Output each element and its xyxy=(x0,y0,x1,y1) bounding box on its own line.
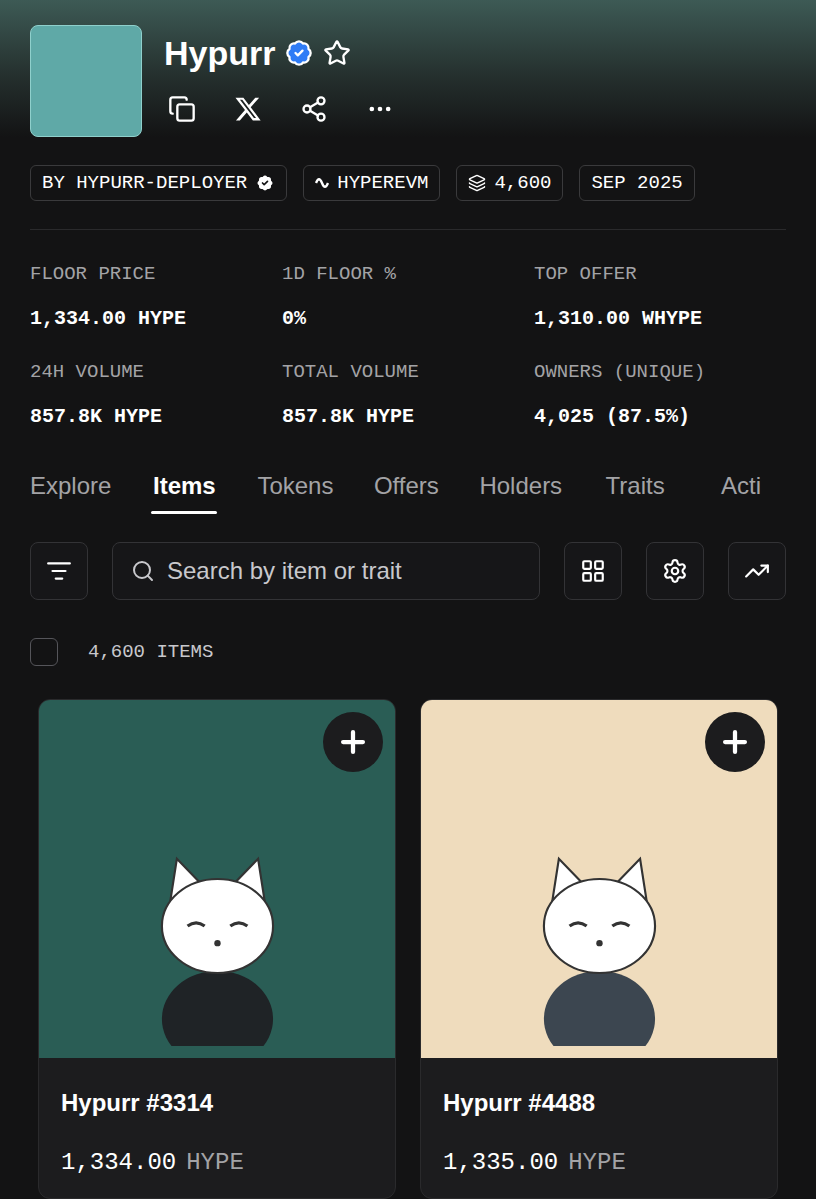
stat-label: 24H VOLUME xyxy=(30,360,282,384)
item-price: 1,334.00 HYPE xyxy=(61,1148,373,1178)
info-chip[interactable]: SEP 2025 xyxy=(579,165,694,201)
price-value: 1,334.00 xyxy=(61,1148,176,1178)
item-info: Hypurr #4488 1,335.00 HYPE xyxy=(421,1058,777,1198)
tabs: Explore Items Tokens Offers Holders Traits Act… xyxy=(0,470,816,514)
chips-row: BY HYPURR-DEPLOYER HYPEREVM 4,600 SEP 2025 xyxy=(0,165,816,201)
hyperevm-icon xyxy=(315,178,329,188)
copy-icon[interactable] xyxy=(168,95,196,123)
chip-label: BY HYPURR-DEPLOYER xyxy=(42,169,247,198)
cat-art-icon xyxy=(88,832,347,1046)
title-row: Hypurr xyxy=(164,33,394,73)
chip-label: 4,600 xyxy=(494,169,551,198)
plus-icon xyxy=(718,725,752,759)
gear-icon xyxy=(662,558,688,584)
select-all-checkbox[interactable] xyxy=(30,638,58,666)
plus-icon xyxy=(336,725,370,759)
verified-icon xyxy=(255,173,275,193)
item-image xyxy=(39,700,395,1058)
stat-label: TOTAL VOLUME xyxy=(282,360,534,384)
stat-label: OWNERS (UNIQUE) xyxy=(534,360,786,384)
item-name: Hypurr #4488 xyxy=(443,1088,755,1118)
chip-label: HYPEREVM xyxy=(337,169,428,198)
info-chip[interactable]: BY HYPURR-DEPLOYER xyxy=(30,165,287,201)
collection-page: Hypurr BY HYPURR-DEPLOYER HYPEREVM 4,600 SEP… xyxy=(0,0,816,1199)
item-image xyxy=(421,700,777,1058)
price-currency: HYPE xyxy=(568,1148,626,1178)
collection-avatar xyxy=(30,25,142,137)
collection-header: Hypurr xyxy=(0,0,816,137)
stat-value: 1,334.00 HYPE xyxy=(30,306,282,332)
layers-icon xyxy=(468,174,486,192)
tab[interactable]: Items xyxy=(151,470,217,514)
settings-button[interactable] xyxy=(646,542,704,600)
art-wrap xyxy=(433,772,765,1046)
search-icon xyxy=(131,559,155,583)
stat-value: 0% xyxy=(282,306,534,332)
header-actions xyxy=(164,95,394,123)
cat-art-icon xyxy=(470,832,729,1046)
add-button[interactable] xyxy=(323,712,383,772)
share-icon[interactable] xyxy=(300,95,328,123)
price-value: 1,335.00 xyxy=(443,1148,558,1178)
stat: FLOOR PRICE 1,334.00 HYPE xyxy=(30,262,282,332)
collection-title: Hypurr xyxy=(164,33,275,73)
item-card[interactable]: Hypurr #4488 1,335.00 HYPE xyxy=(420,699,778,1199)
stat: OWNERS (UNIQUE) 4,025 (87.5%) xyxy=(534,360,786,430)
stat-label: 1D FLOOR % xyxy=(282,262,534,286)
search-field[interactable]: Search by item or trait xyxy=(112,542,540,600)
stat-value: 4,025 (87.5%) xyxy=(534,404,786,430)
stat-value: 857.8K HYPE xyxy=(282,404,534,430)
tab[interactable]: Traits xyxy=(602,470,668,514)
info-chip[interactable]: HYPEREVM xyxy=(303,165,440,201)
add-button[interactable] xyxy=(705,712,765,772)
item-card[interactable]: Hypurr #3314 1,334.00 HYPE xyxy=(38,699,396,1199)
tab[interactable]: Explore xyxy=(30,470,111,514)
stat-value: 1,310.00 WHYPE xyxy=(534,306,786,332)
toolbar: Search by item or trait xyxy=(0,542,816,600)
stat-label: TOP OFFER xyxy=(534,262,786,286)
filter-button[interactable] xyxy=(30,542,88,600)
art-wrap xyxy=(51,772,383,1046)
item-image-inner xyxy=(51,712,383,1046)
stat: 24H VOLUME 857.8K HYPE xyxy=(30,360,282,430)
star-icon[interactable] xyxy=(323,39,351,67)
stat-label: FLOOR PRICE xyxy=(30,262,282,286)
chart-button[interactable] xyxy=(728,542,786,600)
search-placeholder: Search by item or trait xyxy=(167,553,402,589)
items-count-row: 4,600 ITEMS xyxy=(0,638,816,667)
stat-value: 857.8K HYPE xyxy=(30,404,282,430)
tab[interactable]: Offers xyxy=(373,470,439,514)
chip-label: SEP 2025 xyxy=(591,169,682,198)
item-image-inner xyxy=(433,712,765,1046)
tab[interactable]: Acti xyxy=(708,470,774,514)
item-info: Hypurr #3314 1,334.00 HYPE xyxy=(39,1058,395,1198)
grid-view-button[interactable] xyxy=(564,542,622,600)
chart-icon xyxy=(744,558,770,584)
stat: TOTAL VOLUME 857.8K HYPE xyxy=(282,360,534,430)
tab[interactable]: Tokens xyxy=(257,470,333,514)
price-currency: HYPE xyxy=(186,1148,244,1178)
item-price: 1,335.00 HYPE xyxy=(443,1148,755,1178)
verified-icon xyxy=(285,39,313,67)
more-icon[interactable] xyxy=(366,95,394,123)
header-info: Hypurr xyxy=(164,25,394,137)
grid-icon xyxy=(580,558,606,584)
items-count: 4,600 ITEMS xyxy=(88,638,213,667)
filter-icon xyxy=(46,558,72,584)
stats-grid: FLOOR PRICE 1,334.00 HYPE1D FLOOR % 0%TOP … xyxy=(0,230,816,430)
item-name: Hypurr #3314 xyxy=(61,1088,373,1118)
tab[interactable]: Holders xyxy=(479,470,562,514)
stat: 1D FLOOR % 0% xyxy=(282,262,534,332)
stat: TOP OFFER 1,310.00 WHYPE xyxy=(534,262,786,332)
x-icon[interactable] xyxy=(234,95,262,123)
info-chip[interactable]: 4,600 xyxy=(456,165,563,201)
divider xyxy=(30,229,786,230)
items-grid: Hypurr #3314 1,334.00 HYPE Hypurr #4488 1,33… xyxy=(0,699,816,1199)
